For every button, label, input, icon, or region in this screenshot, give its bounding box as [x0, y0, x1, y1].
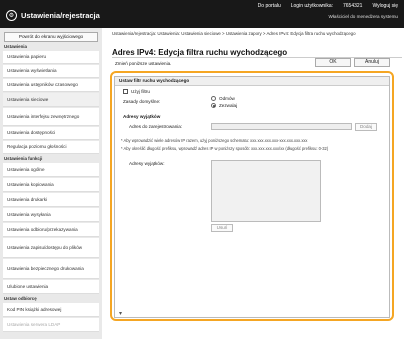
note-range: * Aby wprowadzić wiele adresów IP razem,… [121, 138, 308, 143]
sidebar-item-volume[interactable]: Regulacja poziomu głośności [3, 141, 99, 154]
policy-allow-radio[interactable] [211, 103, 216, 108]
sidebar-item-send[interactable]: Ustawienia wysyłania [3, 208, 99, 222]
use-filter-label: Użyj filtru [131, 89, 150, 94]
policy-deny-label: Odmów [219, 96, 235, 101]
page-title: Adres IPv4: Edycja filtra ruchu wychodzą… [112, 48, 288, 57]
panel-heading: Ustaw filtr ruchu wychodzącego [115, 77, 389, 86]
logout-link[interactable]: Wyloguj się [372, 3, 398, 9]
policy-deny-option[interactable]: Odmów [211, 96, 235, 101]
brand: ⚙ Ustawienia/rejestracja [6, 10, 100, 21]
back-to-home-button[interactable]: Powrót do ekranu wyjściowego [4, 32, 98, 42]
sidebar-item-store-access-files[interactable]: Ustawienia zapisu/dostępu do plików [3, 238, 99, 258]
sidebar-item-address-book-pin[interactable]: Kod PIN książki adresowej [3, 303, 99, 317]
remove-button[interactable]: Usuń [211, 224, 233, 232]
address-label: Adres do zarejestrowania: [129, 124, 183, 129]
sidebar-item-paper[interactable]: Ustawienia papieru [3, 51, 99, 64]
sidebar-item-favorites[interactable]: Ulubione ustawienia [3, 280, 99, 294]
outbound-filter-panel: Ustaw filtr ruchu wychodzącego Użyj filt… [114, 76, 390, 318]
default-policy-label: Zasady domyślne: [123, 99, 161, 104]
header-subtitle: Właściciel do menedżera systemu [328, 14, 398, 19]
breadcrumb: Ustawienia/rejestracja: Ustawienia: Usta… [112, 31, 356, 36]
sidebar-item-printer[interactable]: Ustawienia drukarki [3, 193, 99, 207]
exceptions-list[interactable] [211, 160, 321, 222]
sidebar-item-copy[interactable]: Ustawienia kopiowania [3, 178, 99, 192]
sidebar-section-set-destination: Ustaw odbiorcę [4, 296, 37, 301]
header-links: Do portalu Login użytkownika: 7654321 Wy… [258, 3, 398, 9]
policy-allow-option[interactable]: Zezwalaj [211, 103, 237, 108]
sidebar-item-general[interactable]: Ustawienia ogólne [3, 163, 99, 177]
sidebar-item-accessibility[interactable]: Ustawienia dostępności [3, 127, 99, 140]
use-filter-checkbox[interactable] [123, 89, 128, 94]
app-title: Ustawienia/rejestracja [21, 11, 100, 20]
exceptions-heading: Adresy wyjątków [123, 114, 161, 119]
sidebar-section-function-settings: Ustawienia funkcji [4, 156, 43, 161]
sidebar-item-timer[interactable]: Ustawienia ustępników czasowego [3, 79, 99, 92]
user-id: 7654321 [343, 3, 363, 9]
use-filter-row: Użyj filtru [123, 89, 150, 94]
address-input[interactable] [211, 123, 352, 130]
sidebar-item-external-interface[interactable]: Ustawienia interfejsu zewnętrznego [3, 108, 99, 126]
sidebar: Powrót do ekranu wyjściowego Ustawienia … [0, 28, 102, 339]
sidebar-item-ldap[interactable]: Ustawienia serwera LDAP [3, 318, 99, 332]
policy-allow-label: Zezwalaj [219, 103, 238, 108]
ok-button[interactable]: OK [315, 58, 351, 67]
note-prefix: * Aby określić długość prefiksu, wprowad… [121, 146, 329, 151]
sidebar-item-secure-print[interactable]: Ustawienia bezpiecznego drukowania [3, 259, 99, 279]
sidebar-item-display[interactable]: Ustawienia wyświetlania [3, 65, 99, 78]
user-login-label: Login użytkownika: [290, 3, 333, 9]
settings-gear-icon: ⚙ [6, 10, 17, 21]
add-button[interactable]: Dodaj [355, 123, 377, 131]
exceptions-list-label: Adresy wyjątków: [129, 161, 165, 166]
policy-deny-radio[interactable] [211, 96, 216, 101]
sidebar-item-receive-forward[interactable]: Ustawienia odbioru/przekazywania [3, 223, 99, 237]
portal-link[interactable]: Do portalu [258, 3, 281, 9]
notice-text: Zmień poniższe ustawienia. [115, 61, 172, 66]
scroll-down-icon[interactable]: ▾ [119, 310, 122, 317]
sidebar-section-settings: Ustawienia [4, 44, 27, 49]
cancel-button[interactable]: Anuluj [354, 58, 390, 67]
sidebar-item-network[interactable]: Ustawienia sieciowe [3, 93, 99, 107]
top-bar: ⚙ Ustawienia/rejestracja Do portalu Logi… [0, 0, 404, 28]
